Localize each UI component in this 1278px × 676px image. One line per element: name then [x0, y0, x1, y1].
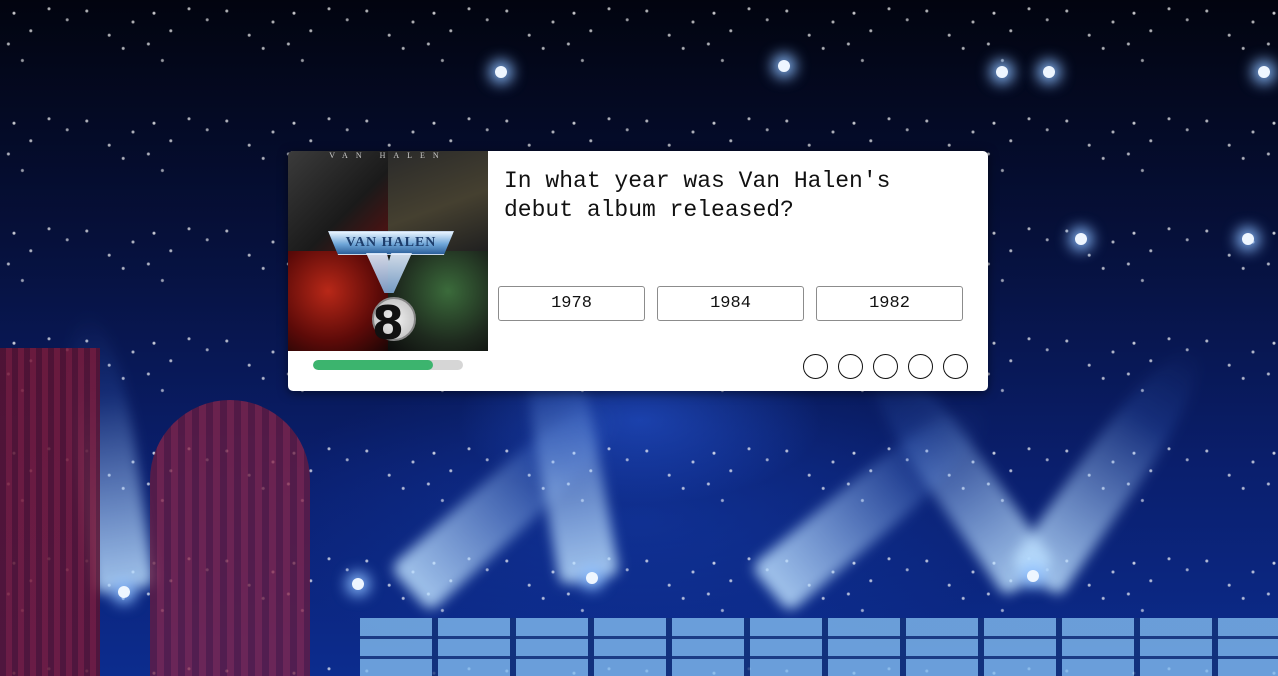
cover-band-text: VAN HALEN	[329, 151, 447, 160]
stage-floor	[360, 618, 1278, 676]
timer-progress-fill	[313, 360, 433, 370]
stage-spotlight	[352, 578, 364, 590]
answer-button-1982[interactable]: 1982	[816, 286, 963, 321]
album-cover-image: VAN HALEN VAN HALEN 8	[288, 151, 488, 351]
stage-spotlight	[1043, 66, 1055, 78]
score-slot-2	[838, 354, 863, 379]
answer-button-1978[interactable]: 1978	[498, 286, 645, 321]
score-slot-5	[943, 354, 968, 379]
stage-spotlight	[1258, 66, 1270, 78]
stage-spotlight	[586, 572, 598, 584]
concert-stage-background: VAN HALEN VAN HALEN 8 In what year was V…	[0, 0, 1278, 676]
quiz-card: VAN HALEN VAN HALEN 8 In what year was V…	[288, 151, 988, 391]
score-slot-4	[908, 354, 933, 379]
score-slot-1	[803, 354, 828, 379]
question-text: In what year was Van Halen's debut album…	[504, 168, 891, 223]
stage-spotlight	[495, 66, 507, 78]
stage-curtain	[0, 348, 100, 676]
stage-spotlight	[118, 586, 130, 598]
stage-spotlight	[996, 66, 1008, 78]
answer-options: 1978 1984 1982	[498, 286, 963, 321]
stage-spotlight	[1027, 570, 1039, 582]
answer-button-1984[interactable]: 1984	[657, 286, 804, 321]
score-slot-3	[873, 354, 898, 379]
band-logo: VAN HALEN	[328, 231, 454, 255]
countdown-number: 8	[372, 296, 405, 350]
stage-spotlight	[1242, 233, 1254, 245]
stage-spotlight	[778, 60, 790, 72]
timer-progress-bar	[313, 360, 463, 370]
stage-arch	[150, 400, 310, 676]
score-indicators	[803, 354, 968, 379]
stage-spotlight	[1075, 233, 1087, 245]
